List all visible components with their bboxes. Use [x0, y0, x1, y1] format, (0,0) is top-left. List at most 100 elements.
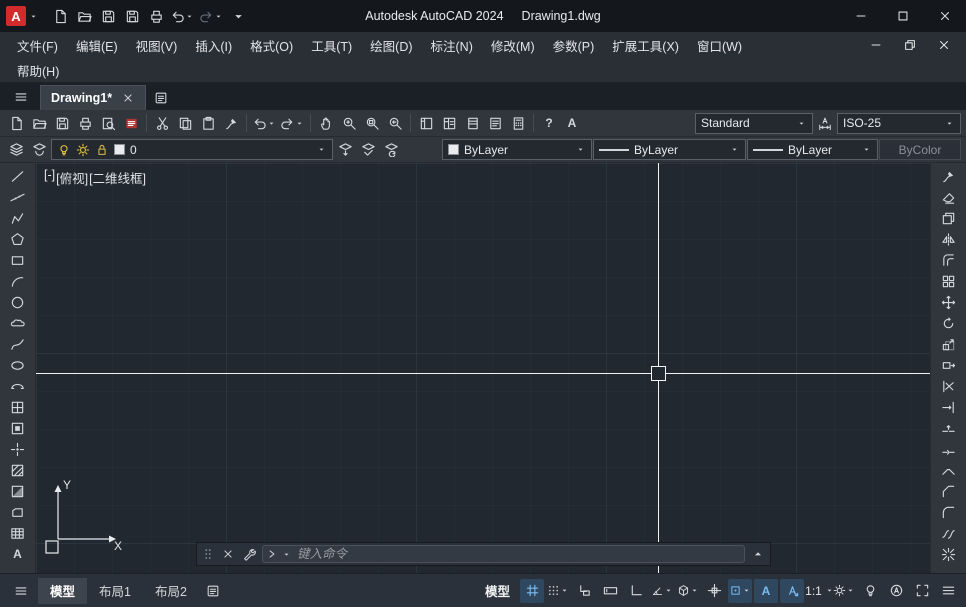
chevron-down-icon[interactable]	[862, 145, 872, 154]
chevron-down-icon[interactable]	[690, 586, 699, 595]
clean-screen-icon[interactable]	[910, 579, 934, 603]
menu-item-1[interactable]: 编辑(E)	[67, 32, 127, 58]
rectangle-icon[interactable]	[6, 250, 30, 270]
chevron-down-icon[interactable]	[185, 12, 195, 21]
zoom-window-icon[interactable]	[361, 113, 383, 134]
save-icon[interactable]	[51, 113, 73, 134]
layer-states-icon[interactable]	[28, 139, 50, 160]
publish-dwf-icon[interactable]	[120, 113, 142, 134]
ellipse-arc-icon[interactable]	[6, 376, 30, 396]
match-properties-icon[interactable]	[937, 166, 961, 186]
gradient-icon[interactable]	[6, 481, 30, 501]
qat-customize-icon[interactable]	[227, 6, 249, 27]
annotation-scale[interactable]: 1:1	[806, 579, 830, 603]
autoscale-icon[interactable]	[780, 579, 804, 603]
object-snap-tracking-icon[interactable]	[702, 579, 726, 603]
polygon-icon[interactable]	[6, 229, 30, 249]
new-tab-button[interactable]	[146, 85, 176, 110]
scale-icon[interactable]	[937, 334, 961, 354]
redo-icon[interactable]	[279, 113, 306, 134]
tab-close-icon[interactable]	[121, 91, 135, 105]
chevron-down-icon[interactable]	[797, 119, 807, 128]
chevron-down-icon[interactable]	[730, 145, 740, 154]
chevron-down-icon[interactable]	[214, 12, 224, 21]
annotation-visibility-icon[interactable]: A	[754, 579, 778, 603]
zoom-realtime-icon[interactable]	[338, 113, 360, 134]
trim-icon[interactable]	[937, 376, 961, 396]
doc-close-button[interactable]	[928, 34, 960, 56]
sheet-set-manager-icon[interactable]	[484, 113, 506, 134]
lineweight-dropdown[interactable]: ByLayer	[747, 139, 878, 160]
layer-previous-icon[interactable]	[380, 139, 402, 160]
command-history-up-icon[interactable]	[750, 547, 766, 561]
properties-palette-icon[interactable]	[415, 113, 437, 134]
circle-icon[interactable]	[6, 292, 30, 312]
chevron-down-icon[interactable]	[267, 119, 277, 128]
command-input[interactable]	[297, 547, 740, 561]
zoom-previous-icon[interactable]	[384, 113, 406, 134]
open-icon[interactable]	[73, 6, 95, 27]
command-bar-grip[interactable]	[201, 547, 215, 561]
arc-icon[interactable]	[6, 271, 30, 291]
workspace-switching-icon[interactable]	[832, 579, 856, 603]
print-icon[interactable]	[74, 113, 96, 134]
menu-item-5[interactable]: 工具(T)	[302, 32, 361, 58]
layout-menu-icon[interactable]	[6, 577, 36, 605]
mirror-icon[interactable]	[937, 229, 961, 249]
menu-item-3[interactable]: 插入(I)	[186, 32, 241, 58]
annotation-monitor-icon[interactable]	[884, 579, 908, 603]
chevron-down-icon[interactable]	[295, 119, 305, 128]
tab-model[interactable]: 模型	[38, 578, 87, 604]
viewport-control-minus[interactable]: [-]	[44, 168, 55, 187]
table-icon[interactable]	[6, 523, 30, 543]
menu-item-help-0[interactable]: 帮助(H)	[8, 58, 68, 82]
command-input-field[interactable]	[262, 545, 745, 563]
layer-lock-icon[interactable]	[95, 143, 109, 157]
menu-item-7[interactable]: 标注(N)	[422, 32, 482, 58]
copy-icon[interactable]	[937, 208, 961, 228]
cut-icon[interactable]	[151, 113, 173, 134]
rotate-icon[interactable]	[937, 313, 961, 333]
hatch-icon[interactable]	[6, 460, 30, 480]
linetype-dropdown[interactable]: ByLayer	[593, 139, 746, 160]
extend-icon[interactable]	[937, 397, 961, 417]
ellipse-icon[interactable]	[6, 355, 30, 375]
pan-icon[interactable]	[315, 113, 337, 134]
break-at-point-icon[interactable]	[937, 418, 961, 438]
tab-layout1[interactable]: 布局1	[87, 578, 143, 604]
chamfer-icon[interactable]	[937, 481, 961, 501]
menu-item-8[interactable]: 修改(M)	[482, 32, 544, 58]
polar-tracking-icon[interactable]	[650, 579, 674, 603]
tool-palettes-icon[interactable]	[461, 113, 483, 134]
chevron-down-icon[interactable]	[846, 586, 855, 595]
design-center-icon[interactable]	[438, 113, 460, 134]
chevron-down-icon[interactable]	[945, 119, 955, 128]
wrench-icon[interactable]	[241, 547, 257, 561]
point-icon[interactable]	[6, 439, 30, 459]
paste-clip-icon[interactable]	[197, 113, 219, 134]
make-block-icon[interactable]	[6, 418, 30, 438]
menu-item-10[interactable]: 扩展工具(X)	[603, 32, 688, 58]
redo-icon[interactable]	[198, 6, 225, 27]
open-icon[interactable]	[28, 113, 50, 134]
print-icon[interactable]	[145, 6, 167, 27]
infer-constraints-icon[interactable]	[572, 579, 596, 603]
menu-item-11[interactable]: 窗口(W)	[688, 32, 751, 58]
match-properties-icon[interactable]	[220, 113, 242, 134]
offset-icon[interactable]	[937, 250, 961, 270]
chevron-down-icon[interactable]	[560, 586, 569, 595]
menu-item-0[interactable]: 文件(F)	[8, 32, 67, 58]
layer-dropdown[interactable]: 0	[51, 139, 333, 160]
dim-style-icon[interactable]	[814, 113, 836, 134]
maximize-button[interactable]	[882, 0, 924, 32]
undo-icon[interactable]	[169, 6, 196, 27]
chevron-down-icon[interactable]	[576, 145, 586, 154]
text-style-dropdown[interactable]: Standard	[695, 113, 813, 134]
menu-item-6[interactable]: 绘图(D)	[361, 32, 421, 58]
line-icon[interactable]	[6, 166, 30, 186]
new-icon[interactable]	[5, 113, 27, 134]
region-icon[interactable]	[6, 502, 30, 522]
insert-block-icon[interactable]	[6, 397, 30, 417]
match-layer-icon[interactable]	[357, 139, 379, 160]
customize-menu-icon[interactable]	[936, 579, 960, 603]
